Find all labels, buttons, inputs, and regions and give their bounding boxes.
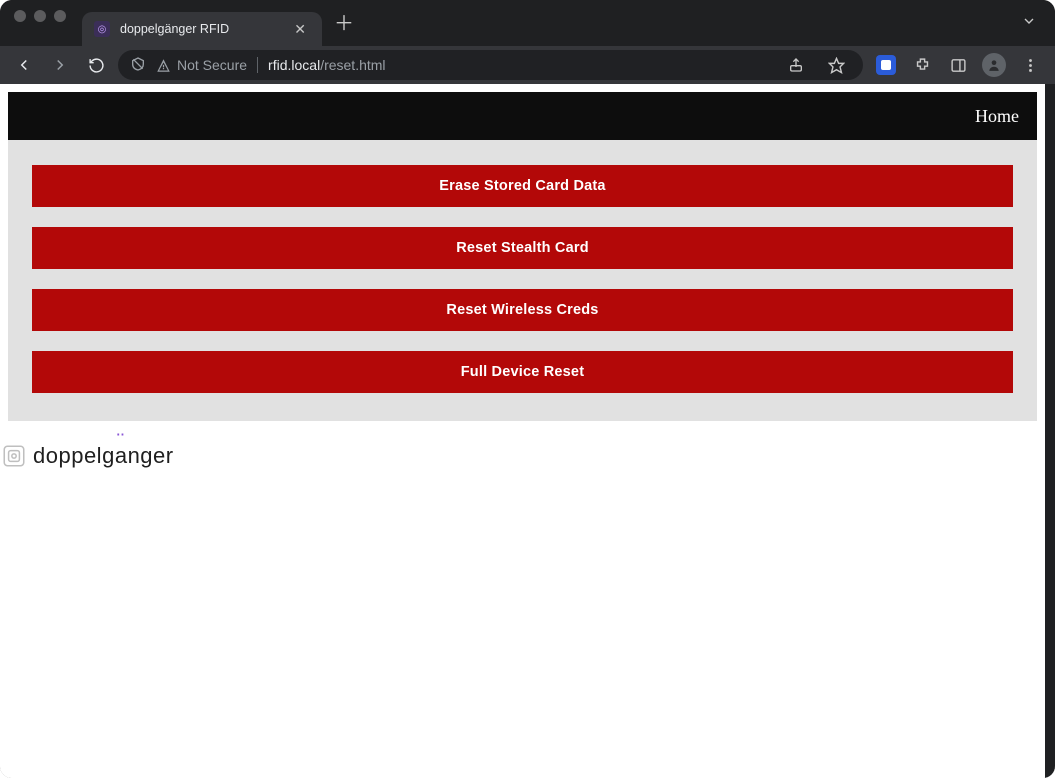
full-device-reset-button[interactable]: Full Device Reset <box>32 351 1013 393</box>
traffic-close-icon[interactable] <box>14 10 26 22</box>
reset-wireless-creds-button[interactable]: Reset Wireless Creds <box>32 289 1013 331</box>
extensions-menu-icon[interactable] <box>907 50 937 80</box>
content-wrap: Home Erase Stored Card Data Reset Stealt… <box>8 92 1037 421</box>
site-nav: Home <box>8 92 1037 140</box>
reload-button[interactable] <box>82 51 110 79</box>
new-tab-button[interactable]: ＋ <box>322 1 366 46</box>
browser-titlebar: ◎ doppelgänger RFID ✕ ＋ <box>0 0 1055 46</box>
security-indicator[interactable]: Not Secure <box>156 57 247 73</box>
browser-window: ◎ doppelgänger RFID ✕ ＋ Not Secure <box>0 0 1055 778</box>
tab-close-icon[interactable]: ✕ <box>290 19 310 40</box>
url-text: rfid.local/reset.html <box>268 57 386 73</box>
browser-tab[interactable]: ◎ doppelgänger RFID ✕ <box>82 12 322 46</box>
nav-home-link[interactable]: Home <box>975 106 1019 127</box>
brand-wordmark: doppelganger <box>33 443 174 469</box>
security-label: Not Secure <box>177 57 247 73</box>
browser-toolbar: Not Secure rfid.local/reset.html <box>0 46 1055 84</box>
extension-icon[interactable] <box>871 50 901 80</box>
url-host: rfid.local <box>268 57 320 73</box>
forward-button[interactable] <box>46 51 74 79</box>
url-path: /reset.html <box>320 57 385 73</box>
back-button[interactable] <box>10 51 38 79</box>
viewport: Home Erase Stored Card Data Reset Stealt… <box>0 84 1055 778</box>
erase-card-data-button[interactable]: Erase Stored Card Data <box>32 165 1013 207</box>
tab-favicon-icon: ◎ <box>94 21 110 37</box>
traffic-zoom-icon[interactable] <box>54 10 66 22</box>
scrollbar-track[interactable] <box>1045 84 1055 778</box>
kebab-menu-icon[interactable] <box>1015 50 1045 80</box>
tab-title: doppelgänger RFID <box>120 22 280 36</box>
button-group: Erase Stored Card Data Reset Stealth Car… <box>8 140 1037 421</box>
profile-avatar[interactable] <box>979 50 1009 80</box>
brand-logo: doppelganger <box>1 429 1045 469</box>
side-panel-icon[interactable] <box>943 50 973 80</box>
omnibox-separator <box>257 57 258 73</box>
reset-stealth-card-button[interactable]: Reset Stealth Card <box>32 227 1013 269</box>
bookmark-icon[interactable] <box>821 50 851 80</box>
tabs-dropdown-icon[interactable] <box>1011 7 1047 46</box>
brand-mark-icon <box>1 443 27 469</box>
address-bar[interactable]: Not Secure rfid.local/reset.html <box>118 50 863 80</box>
toolbar-right <box>871 50 1045 80</box>
site-settings-icon[interactable] <box>130 56 146 75</box>
traffic-minimize-icon[interactable] <box>34 10 46 22</box>
window-controls <box>8 0 74 46</box>
share-icon[interactable] <box>781 50 811 80</box>
page: Home Erase Stored Card Data Reset Stealt… <box>0 84 1045 778</box>
